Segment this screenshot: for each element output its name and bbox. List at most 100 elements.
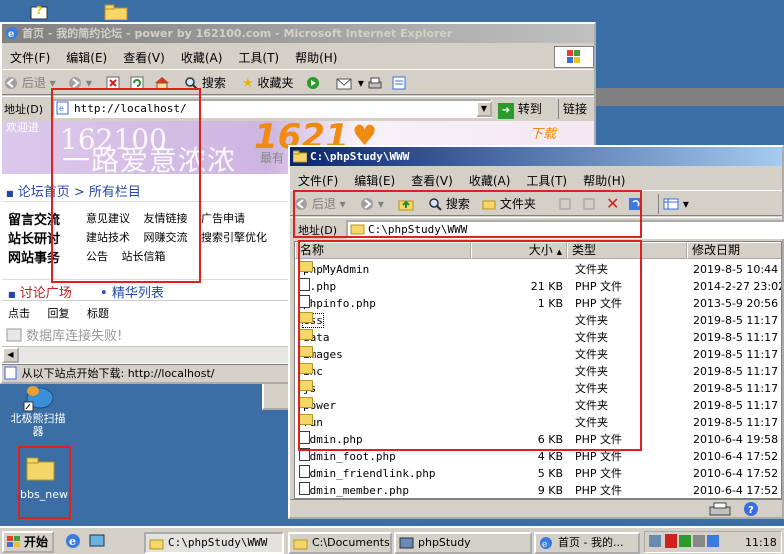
ie-links-button[interactable]: 链接 (558, 99, 587, 119)
desktop-icon-top[interactable]: ? (28, 2, 52, 20)
php-file-icon (299, 431, 310, 444)
ie-address-input[interactable]: e http://localhost/ (52, 99, 492, 118)
ie-icon: e (540, 537, 552, 550)
ie-stop-button[interactable] (106, 73, 120, 93)
file-row[interactable]: admin_foot.php 4 KB PHP 文件 2010-6-4 17:52 (295, 448, 781, 465)
ie-menu-file[interactable]: 文件(F) (2, 46, 58, 69)
ie-menu-tools[interactable]: 工具(T) (230, 46, 287, 69)
tray-icon-2[interactable] (665, 534, 677, 548)
ie-menu-favorites[interactable]: 收藏(A) (173, 46, 231, 69)
task-ie[interactable]: e 首页 - 我的... (534, 532, 640, 554)
file-row[interactable]: admin_member.php 9 KB PHP 文件 2010-6-4 17:52 (295, 482, 781, 498)
file-row[interactable]: data 文件夹 2019-8-5 11:17 (295, 329, 781, 346)
explorer-menu-tools[interactable]: 工具(T) (518, 169, 575, 192)
header-date[interactable]: 修改日期 (687, 242, 781, 259)
file-row[interactable]: inc 文件夹 2019-8-5 11:17 (295, 363, 781, 380)
ie-favorites-button[interactable]: ★ 收藏夹 (242, 73, 294, 93)
category-name[interactable]: 网站事务 (8, 251, 60, 266)
breadcrumb: ■ 论坛首页 > 所有栏目 (6, 181, 141, 200)
tray-icon-5[interactable] (707, 535, 719, 547)
explorer-address-input[interactable]: C:\phpStudy\WWW (346, 220, 784, 239)
ie-back-button[interactable]: 后退 ▾ (4, 73, 56, 93)
tab-best[interactable]: • 精华列表 (100, 282, 164, 301)
explorer-window[interactable]: C:\phpStudy\WWW 文件(F) 编辑(E) 查看(V) 收藏(A) 工具(T… (288, 145, 784, 519)
category-link[interactable]: 站长信箱 (122, 250, 166, 263)
category-link[interactable]: 公告 (86, 250, 108, 263)
breadcrumb-all[interactable]: 所有栏目 (89, 185, 141, 200)
category-link[interactable]: 友情链接 (144, 212, 188, 225)
task-documents[interactable]: C:\Documents... (288, 532, 392, 554)
start-button[interactable]: 开始 (2, 531, 54, 553)
explorer-moveto-button[interactable] (558, 194, 572, 214)
explorer-copyto-button[interactable] (582, 194, 596, 214)
file-row[interactable]: phpinfo.php 1 KB PHP 文件 2013-5-9 20:56 (295, 295, 781, 312)
file-row[interactable]: l.php 21 KB PHP 文件 2014-2-27 23:02 (295, 278, 781, 295)
desktop-folder-top[interactable] (104, 4, 128, 21)
file-name: inc (299, 363, 469, 380)
ie-titlebar[interactable]: e 首页 - 我的简约论坛 - power by 162100.com - Mi… (2, 24, 594, 43)
ie-media-button[interactable] (306, 73, 320, 93)
explorer-back-button[interactable]: 后退 ▾ (294, 194, 346, 214)
header-name[interactable]: 名称 (295, 242, 471, 259)
explorer-delete-button[interactable]: ✕ (606, 194, 619, 214)
tray-icon-4[interactable] (693, 535, 705, 547)
file-row[interactable]: js 文件夹 2019-8-5 11:17 (295, 380, 781, 397)
scroll-left-button[interactable]: ◀ (2, 347, 19, 363)
file-row[interactable]: power 文件夹 2019-8-5 11:17 (295, 397, 781, 414)
file-row[interactable]: admin.php 6 KB PHP 文件 2010-6-4 19:58 (295, 431, 781, 448)
ie-edit-button[interactable] (392, 73, 406, 93)
explorer-folders-button[interactable]: 文件夹 (482, 194, 536, 214)
ie-refresh-button[interactable] (130, 73, 144, 93)
download-ad[interactable]: 下载 (530, 123, 556, 142)
ie-menu-edit[interactable]: 编辑(E) (58, 46, 115, 69)
category-name[interactable]: 站长研讨 (8, 232, 60, 247)
tray-icon-1[interactable] (649, 535, 661, 547)
explorer-menu-favorites[interactable]: 收藏(A) (461, 169, 519, 192)
explorer-up-button[interactable] (398, 194, 414, 214)
category-link[interactable]: 建站技术 (86, 231, 130, 244)
explorer-forward-button[interactable]: ▾ (360, 194, 384, 214)
ie-home-button[interactable] (154, 73, 170, 93)
file-row[interactable]: css 文件夹 2019-8-5 11:17 (295, 312, 781, 329)
ie-mail-button[interactable]: ▾ (336, 73, 364, 93)
ie-forward-button[interactable]: ▾ (68, 73, 92, 93)
header-size[interactable]: 大小 ▲ (471, 242, 567, 259)
category-link[interactable]: 意见建议 (86, 212, 130, 225)
tab-discuss[interactable]: ■ 讨论广场 (8, 282, 72, 301)
ie-address-dropdown[interactable]: ▼ (476, 101, 492, 117)
desktop-icon-scanner[interactable]: 北极熊扫描器 (2, 382, 74, 442)
ie-print-button[interactable] (368, 73, 382, 93)
tray-icon-3[interactable] (679, 535, 691, 547)
clock[interactable]: 11:18 (745, 536, 777, 549)
file-row[interactable]: phpMyAdmin 文件夹 2019-8-5 10:44 (295, 261, 781, 278)
quicklaunch-ie[interactable]: e (64, 532, 82, 550)
category-link[interactable]: 广告申请 (201, 212, 245, 225)
header-type[interactable]: 类型 (567, 242, 687, 259)
explorer-views-button[interactable]: ▾ (658, 194, 689, 214)
explorer-menu-help[interactable]: 帮助(H) (575, 169, 633, 192)
ie-menu-help[interactable]: 帮助(H) (287, 46, 345, 69)
ie-menu-view[interactable]: 查看(V) (115, 46, 173, 69)
desktop-icon-bbs-new[interactable]: bbs_new (18, 446, 70, 518)
ie-go-button[interactable]: ➜ 转到 (498, 99, 542, 119)
explorer-titlebar[interactable]: C:\phpStudy\WWW (290, 147, 782, 166)
category-link[interactable]: 搜索引擎优化 (201, 231, 267, 244)
category-name[interactable]: 留言交流 (8, 213, 60, 228)
file-row[interactable]: images 文件夹 2019-8-5 11:17 (295, 346, 781, 363)
explorer-menu-view[interactable]: 查看(V) (403, 169, 461, 192)
quicklaunch-desktop[interactable] (88, 532, 106, 550)
explorer-search-button[interactable]: 搜索 (428, 194, 470, 214)
help-file-icon: ? (30, 4, 48, 20)
category-link[interactable]: 网赚交流 (144, 231, 188, 244)
file-row[interactable]: admin_friendlink.php 5 KB PHP 文件 2010-6-4 1… (295, 465, 781, 482)
task-explorer[interactable]: C:\phpStudy\WWW (144, 532, 284, 554)
explorer-menu-edit[interactable]: 编辑(E) (346, 169, 403, 192)
breadcrumb-home[interactable]: 论坛首页 (18, 185, 70, 200)
file-row[interactable]: run 文件夹 2019-8-5 11:17 (295, 414, 781, 431)
file-date: 2019-8-5 10:44 (693, 263, 779, 276)
task-phpstudy[interactable]: phpStudy (394, 532, 532, 554)
ie-search-button[interactable]: 搜索 (184, 73, 226, 93)
explorer-undo-button[interactable] (628, 194, 642, 214)
explorer-menu-file[interactable]: 文件(F) (290, 169, 346, 192)
file-name: l.php (299, 278, 469, 295)
